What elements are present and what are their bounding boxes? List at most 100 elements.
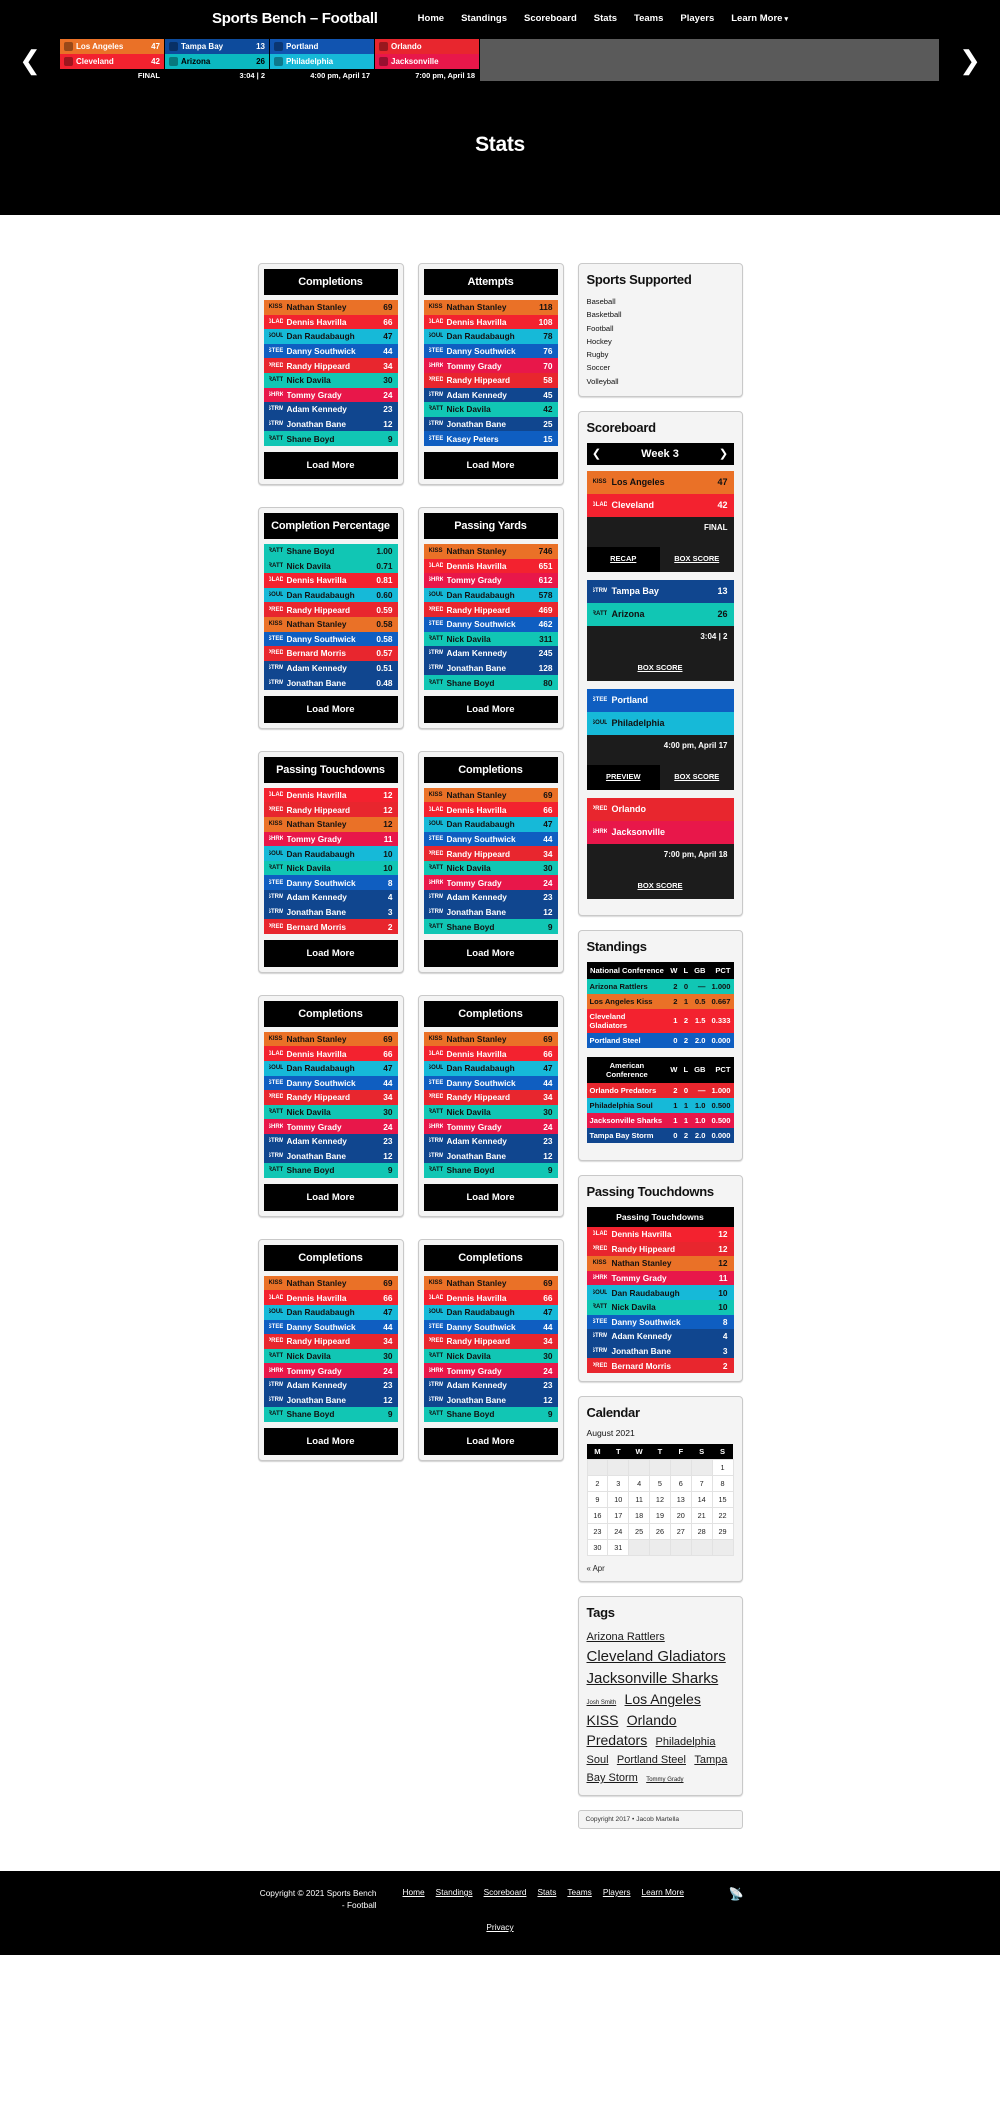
ticker-prev-arrow-icon[interactable]: ❮: [0, 39, 60, 81]
stat-row[interactable]: SOUL Dan Raudabaugh 47: [263, 329, 398, 344]
tag-link[interactable]: Arizona Rattlers: [587, 1631, 665, 1643]
stat-row[interactable]: STRM Jonathan Bane 0.48: [263, 675, 398, 690]
stat-row[interactable]: GLAD Dennis Havrilla 66: [423, 1046, 558, 1061]
tag-link[interactable]: Josh Smith: [587, 1700, 617, 1706]
footer-nav-teams[interactable]: Teams: [567, 1887, 591, 1897]
stat-row[interactable]: RATT Nick Davila 30: [263, 1348, 398, 1364]
footer-nav-home[interactable]: Home: [403, 1887, 425, 1897]
ticker-game[interactable]: Orlando Jacksonville 7:00 pm, April 18: [375, 39, 480, 81]
stat-row[interactable]: SOUL Dan Raudabaugh 47: [423, 817, 558, 832]
stat-row[interactable]: PRED Randy Hippeard 469: [423, 602, 558, 617]
standings-row[interactable]: Portland Steel 0 2 2.0 0.000: [586, 1032, 734, 1048]
calendar-day[interactable]: 6: [669, 1474, 692, 1492]
stat-row[interactable]: STEE Danny Southwick 462: [423, 616, 558, 632]
stat-row[interactable]: SHRK Tommy Grady 24: [423, 1363, 558, 1378]
stat-row[interactable]: STEE Danny Southwick 0.58: [263, 631, 398, 647]
stat-row[interactable]: GLAD Dennis Havrilla 66: [263, 314, 398, 330]
footer-nav-scoreboard[interactable]: Scoreboard: [484, 1887, 527, 1897]
stat-row[interactable]: RATT Shane Boyd 9: [423, 1407, 558, 1422]
nav-item-learn-more[interactable]: Learn More ▾: [731, 13, 788, 24]
stat-row[interactable]: STEE Danny Southwick 44: [423, 831, 558, 847]
load-more-button[interactable]: Load More: [263, 1183, 398, 1211]
stat-row[interactable]: STRM Jonathan Bane 25: [423, 416, 558, 432]
calendar-day[interactable]: 27: [669, 1522, 692, 1540]
calendar-day[interactable]: 22: [711, 1506, 734, 1524]
calendar-day[interactable]: 31: [607, 1538, 630, 1556]
stat-row[interactable]: STEE Danny Southwick 76: [423, 343, 558, 359]
calendar-day[interactable]: 18: [628, 1506, 651, 1524]
stat-row[interactable]: SOUL Dan Raudabaugh 0.60: [263, 587, 398, 603]
stat-row[interactable]: RATT Shane Boyd 1.00: [263, 543, 398, 559]
stat-row[interactable]: KISS Nathan Stanley 12: [263, 817, 398, 832]
nav-item-players[interactable]: Players: [680, 13, 714, 24]
game-link-box-score[interactable]: BOX SCORE: [660, 765, 734, 790]
leader-row[interactable]: SHRK Tommy Grady 11: [586, 1270, 734, 1286]
stat-row[interactable]: SOUL Dan Raudabaugh 47: [263, 1061, 398, 1076]
calendar-day[interactable]: 9: [586, 1490, 609, 1508]
stat-row[interactable]: STRM Adam Kennedy 23: [263, 1377, 398, 1393]
calendar-prev-link[interactable]: « Apr: [587, 1564, 605, 1573]
stat-row[interactable]: KISS Nathan Stanley 118: [423, 300, 558, 315]
stat-row[interactable]: STRM Jonathan Bane 12: [263, 416, 398, 432]
stat-row[interactable]: STRM Adam Kennedy 23: [423, 890, 558, 905]
standings-row[interactable]: Philadelphia Soul 1 1 1.0 0.500: [586, 1097, 734, 1113]
stat-row[interactable]: RATT Shane Boyd 9: [263, 431, 398, 446]
calendar-day[interactable]: 13: [669, 1490, 692, 1508]
stat-row[interactable]: RATT Nick Davila 30: [423, 860, 558, 876]
calendar-day[interactable]: 1: [711, 1458, 734, 1476]
stat-row[interactable]: SHRK Tommy Grady 24: [263, 387, 398, 403]
stat-row[interactable]: STRM Adam Kennedy 0.51: [263, 660, 398, 676]
standings-row[interactable]: Jacksonville Sharks 1 1 1.0 0.500: [586, 1112, 734, 1128]
stat-row[interactable]: PRED Randy Hippeard 34: [263, 1090, 398, 1105]
leader-row[interactable]: KISS Nathan Stanley 12: [586, 1256, 734, 1271]
calendar-day[interactable]: 25: [628, 1522, 651, 1540]
stat-row[interactable]: RATT Nick Davila 30: [423, 1348, 558, 1364]
stat-row[interactable]: RATT Nick Davila 30: [423, 1104, 558, 1120]
stat-row[interactable]: STEE Danny Southwick 44: [263, 1075, 398, 1091]
load-more-button[interactable]: Load More: [263, 695, 398, 723]
game-link-box-score[interactable]: BOX SCORE: [587, 874, 734, 899]
stat-row[interactable]: KISS Nathan Stanley 69: [263, 1031, 398, 1047]
stat-row[interactable]: KISS Nathan Stanley 69: [423, 1275, 558, 1291]
ticker-next-arrow-icon[interactable]: ❯: [940, 39, 1000, 81]
leader-row[interactable]: RATT Nick Davila 10: [586, 1299, 734, 1315]
leader-row[interactable]: STRM Adam Kennedy 4: [586, 1329, 734, 1344]
calendar-day[interactable]: 16: [586, 1506, 609, 1524]
stat-row[interactable]: STRM Adam Kennedy 45: [423, 387, 558, 403]
stat-row[interactable]: GLAD Dennis Havrilla 108: [423, 314, 558, 330]
stat-row[interactable]: STRM Jonathan Bane 12: [263, 1148, 398, 1164]
privacy-link[interactable]: Privacy: [486, 1922, 513, 1932]
stat-row[interactable]: STRM Adam Kennedy 4: [263, 890, 398, 905]
stat-row[interactable]: KISS Nathan Stanley 69: [423, 787, 558, 803]
stat-row[interactable]: RATT Nick Davila 30: [263, 372, 398, 388]
game-link-box-score[interactable]: BOX SCORE: [660, 547, 734, 572]
stat-row[interactable]: KISS Nathan Stanley 69: [263, 300, 398, 315]
load-more-button[interactable]: Load More: [263, 451, 398, 479]
stat-row[interactable]: RATT Shane Boyd 9: [423, 919, 558, 934]
stat-row[interactable]: STEE Danny Southwick 8: [263, 875, 398, 891]
stat-row[interactable]: RATT Shane Boyd 9: [263, 1163, 398, 1178]
load-more-button[interactable]: Load More: [423, 1183, 558, 1211]
footer-nav-stats[interactable]: Stats: [537, 1887, 556, 1897]
game-link-recap[interactable]: RECAP: [586, 546, 660, 572]
stat-row[interactable]: PRED Bernard Morris 2: [263, 919, 398, 934]
standings-row[interactable]: Cleveland Gladiators 1 2 1.5 0.333: [586, 1008, 734, 1033]
stat-row[interactable]: GLAD Dennis Havrilla 66: [263, 1046, 398, 1061]
calendar-day[interactable]: 29: [711, 1522, 734, 1540]
load-more-button[interactable]: Load More: [423, 451, 558, 479]
calendar-day[interactable]: 11: [628, 1490, 651, 1508]
stat-row[interactable]: STRM Jonathan Bane 12: [263, 1392, 398, 1408]
ticker-game[interactable]: Portland Philadelphia 4:00 pm, April 17: [270, 39, 375, 81]
stat-row[interactable]: SHRK Tommy Grady 24: [423, 1119, 558, 1134]
calendar-day[interactable]: 17: [607, 1506, 630, 1524]
calendar-day[interactable]: 12: [649, 1490, 671, 1508]
stat-row[interactable]: GLAD Dennis Havrilla 66: [263, 1290, 398, 1305]
calendar-day[interactable]: 15: [711, 1490, 734, 1508]
load-more-button[interactable]: Load More: [423, 1427, 558, 1455]
stat-row[interactable]: STEE Danny Southwick 44: [263, 1319, 398, 1335]
stat-row[interactable]: SOUL Dan Raudabaugh 47: [263, 1304, 398, 1320]
stat-row[interactable]: RATT Nick Davila 42: [423, 402, 558, 417]
calendar-day[interactable]: 10: [607, 1490, 630, 1508]
stat-row[interactable]: STRM Jonathan Bane 12: [423, 1392, 558, 1408]
calendar-day[interactable]: 4: [628, 1474, 651, 1492]
